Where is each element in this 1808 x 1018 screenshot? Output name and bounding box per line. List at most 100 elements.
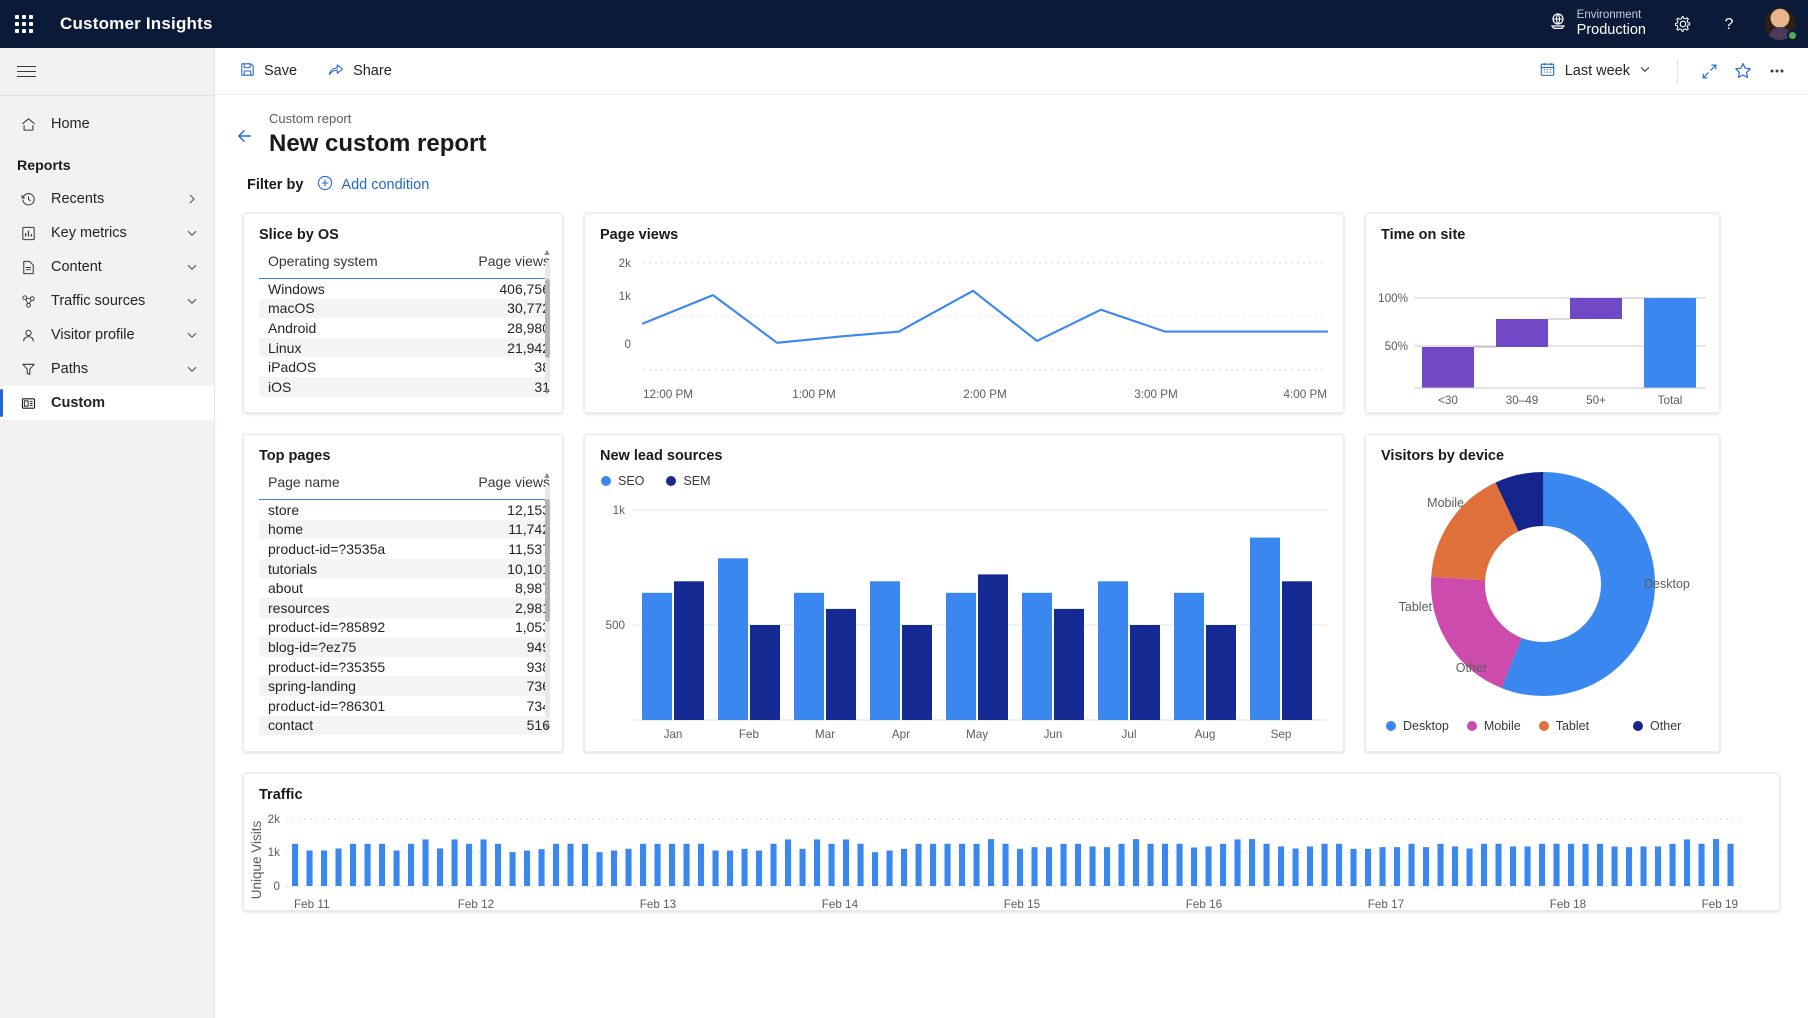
add-condition-button[interactable]: Add condition	[317, 175, 429, 195]
bar-seo-aug[interactable]	[1174, 592, 1204, 720]
bar-sem-mar[interactable]	[826, 608, 856, 720]
bar-group-aug[interactable]	[1174, 592, 1236, 720]
traffic-bar[interactable]	[1336, 843, 1343, 886]
bar-sem-jun[interactable]	[1054, 608, 1084, 720]
traffic-bar[interactable]	[973, 843, 980, 886]
bar-group-jul[interactable]	[1098, 581, 1160, 720]
bar-seo-jul[interactable]	[1098, 581, 1128, 720]
waterfall-bar-50plus[interactable]	[1570, 298, 1622, 319]
column-header-page-views[interactable]: Page views	[454, 474, 550, 490]
traffic-bar[interactable]	[321, 850, 328, 886]
table-row[interactable]: product-id=?3535a 11,537	[259, 539, 550, 559]
scroll-up-icon[interactable]: ▲	[543, 248, 552, 257]
expand-icon[interactable]	[1692, 55, 1726, 87]
traffic-bar[interactable]	[1495, 843, 1502, 886]
traffic-bar[interactable]	[1611, 846, 1618, 886]
traffic-bar[interactable]	[1017, 848, 1024, 886]
chevron-down-icon[interactable]	[1639, 63, 1651, 79]
table-row[interactable]: store 12,153	[259, 500, 550, 520]
traffic-bar[interactable]	[1249, 839, 1256, 886]
traffic-bar[interactable]	[1423, 847, 1430, 886]
traffic-bar[interactable]	[1031, 847, 1038, 886]
table-row[interactable]: product-id=?86301 734	[259, 696, 550, 716]
traffic-bar[interactable]	[582, 843, 589, 886]
traffic-bar[interactable]	[1597, 843, 1604, 886]
traffic-bar[interactable]	[915, 843, 922, 886]
time-on-site-waterfall-chart[interactable]: 100% 50% <30 30–49 50+ Total	[1366, 243, 1721, 411]
traffic-bar[interactable]	[785, 839, 792, 886]
traffic-bar[interactable]	[596, 852, 603, 886]
traffic-bar[interactable]	[1292, 848, 1299, 886]
table-scrollbar[interactable]: ▲ ▼	[541, 248, 553, 396]
traffic-bar[interactable]	[1321, 843, 1328, 886]
bar-sem-aug[interactable]	[1206, 625, 1236, 720]
traffic-bar[interactable]	[959, 843, 966, 886]
table-row[interactable]: Linux 21,942	[259, 337, 550, 358]
legend-item-tablet[interactable]: Tablet	[1538, 719, 1589, 733]
traffic-bar[interactable]	[1307, 846, 1314, 886]
bar-seo-may[interactable]	[946, 592, 976, 720]
traffic-bar[interactable]	[756, 850, 763, 886]
traffic-bar[interactable]	[1510, 846, 1517, 886]
column-header-page-name[interactable]: Page name	[259, 474, 454, 490]
table-scrollbar[interactable]: ▲ ▼	[541, 471, 553, 731]
bar-sem-sep[interactable]	[1282, 581, 1312, 720]
chevron-down-icon[interactable]	[186, 261, 198, 273]
sidebar-item-recents[interactable]: Recents	[0, 182, 214, 216]
bar-sem-apr[interactable]	[902, 625, 932, 720]
visitors-by-device-donut-chart[interactable]: Desktop Mobile Tablet Other	[1366, 464, 1721, 714]
traffic-bar[interactable]	[1191, 847, 1198, 886]
traffic-bar[interactable]	[1684, 839, 1691, 886]
traffic-bar[interactable]	[1539, 843, 1546, 886]
bar-group-may[interactable]	[946, 574, 1008, 720]
traffic-bar[interactable]	[799, 848, 806, 886]
traffic-bar[interactable]	[1524, 846, 1531, 886]
waterfall-bar-under30[interactable]	[1422, 347, 1474, 388]
ellipsis-icon[interactable]	[1760, 55, 1794, 87]
waterfall-bar-30-49[interactable]	[1496, 319, 1548, 347]
bar-seo-jun[interactable]	[1022, 592, 1052, 720]
traffic-bar[interactable]	[1640, 846, 1647, 886]
traffic-bar[interactable]	[379, 843, 386, 886]
traffic-bar[interactable]	[451, 839, 458, 886]
traffic-bar[interactable]	[625, 848, 632, 886]
legend-item-mobile[interactable]: Mobile	[1466, 719, 1521, 733]
traffic-bar[interactable]	[1365, 848, 1372, 886]
traffic-bar[interactable]	[1481, 843, 1488, 886]
bar-seo-mar[interactable]	[794, 592, 824, 720]
sidebar-item-paths[interactable]: Paths	[0, 352, 214, 386]
bar-group-jun[interactable]	[1022, 592, 1084, 720]
chevron-down-icon[interactable]	[186, 295, 198, 307]
traffic-bar[interactable]	[1582, 843, 1589, 886]
table-row[interactable]: home 11,742	[259, 519, 550, 540]
traffic-bar[interactable]	[553, 843, 560, 886]
environment-picker[interactable]: Environment Production	[1534, 9, 1660, 39]
traffic-bar[interactable]	[567, 843, 574, 886]
traffic-bar[interactable]	[1713, 839, 1720, 886]
app-launcher-icon[interactable]	[0, 0, 48, 48]
sidebar-item-traffic-sources[interactable]: Traffic sources	[0, 284, 214, 318]
scroll-thumb[interactable]	[544, 498, 550, 622]
table-row[interactable]: blog-id=?ez75 949	[259, 637, 550, 657]
question-icon[interactable]: ?	[1706, 0, 1752, 48]
table-row[interactable]: iPadOS 38	[259, 357, 550, 377]
traffic-bar[interactable]	[1205, 846, 1212, 886]
bar-seo-sep[interactable]	[1250, 537, 1280, 720]
scroll-down-icon[interactable]: ▼	[543, 722, 552, 731]
traffic-bar[interactable]	[1553, 843, 1560, 886]
traffic-bar[interactable]	[364, 843, 371, 886]
traffic-bar[interactable]	[306, 850, 313, 886]
chevron-down-icon[interactable]	[186, 227, 198, 239]
traffic-bar[interactable]	[930, 843, 937, 886]
sidebar-item-home[interactable]: Home	[0, 107, 214, 141]
new-lead-sources-bar-chart[interactable]: 1k 500 Jan Feb Mar Apr May Jun Jul Aug S…	[585, 488, 1345, 750]
traffic-bar[interactable]	[886, 850, 893, 886]
traffic-bar[interactable]	[350, 843, 357, 886]
traffic-bar[interactable]	[712, 850, 719, 886]
traffic-bar[interactable]	[640, 843, 647, 886]
traffic-bar[interactable]	[466, 843, 473, 886]
traffic-bar[interactable]	[1118, 843, 1125, 886]
traffic-bar[interactable]	[1002, 843, 1009, 886]
gear-icon[interactable]	[1660, 0, 1706, 48]
traffic-bar[interactable]	[1089, 846, 1096, 886]
